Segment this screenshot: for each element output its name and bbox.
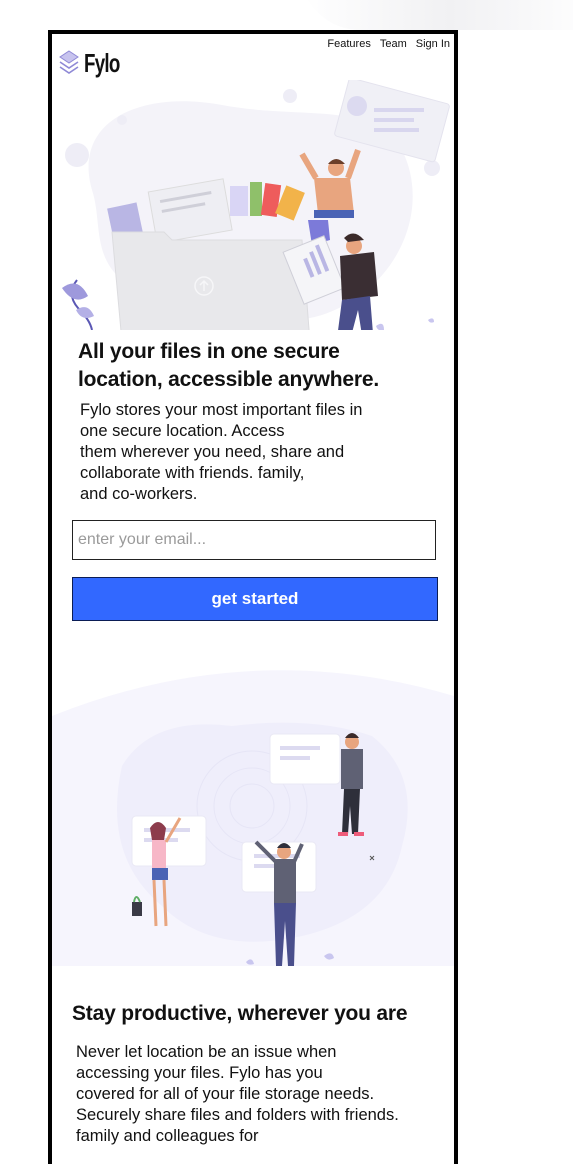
background-sheen: [300, 0, 573, 30]
productive-desc-line: Never let location be an issue when: [76, 1043, 337, 1061]
hero-desc-line: one secure location. Access: [80, 422, 285, 440]
top-nav: Features Team Sign In: [327, 38, 450, 50]
productive-desc-line: Securely share files and folders with fr…: [76, 1106, 399, 1124]
email-input[interactable]: [72, 520, 436, 560]
hero-description: Fylo stores your most important files in…: [80, 400, 430, 505]
hero-title-line-2: location, accessible anywhere.: [78, 368, 379, 391]
nav-link-team[interactable]: Team: [380, 38, 407, 50]
hero-title: All your files in one secure location, a…: [78, 338, 450, 394]
brand-logo[interactable]: Fylo: [58, 48, 133, 79]
hero-desc-line: and co-workers.: [80, 485, 198, 503]
productive-description: Never let location be an issue when acce…: [76, 1042, 448, 1147]
productive-desc-line: accessing your files. Fylo has you: [76, 1064, 323, 1082]
hero-illustration: [62, 80, 450, 330]
nav-link-features[interactable]: Features: [327, 38, 370, 50]
hero-title-line-1: All your files in one secure: [78, 340, 340, 363]
productive-desc-line: family and colleagues for: [76, 1127, 259, 1145]
productive-desc-line: covered for all of your file storage nee…: [76, 1085, 375, 1103]
get-started-button[interactable]: get started: [72, 577, 438, 621]
productive-illustration: [52, 670, 454, 966]
brand-name: Fylo: [84, 48, 120, 78]
hero-desc-line: them wherever you need, share and: [80, 443, 345, 461]
page-frame: Features Team Sign In Fylo All your file…: [48, 30, 458, 1164]
hero-desc-line: collaborate with friends. family,: [80, 464, 305, 482]
stacked-layers-icon: [59, 49, 79, 74]
productive-title: Stay productive, wherever you are: [72, 1002, 408, 1025]
nav-link-signin[interactable]: Sign In: [416, 38, 450, 50]
hero-desc-line: Fylo stores your most important files in: [80, 401, 363, 419]
